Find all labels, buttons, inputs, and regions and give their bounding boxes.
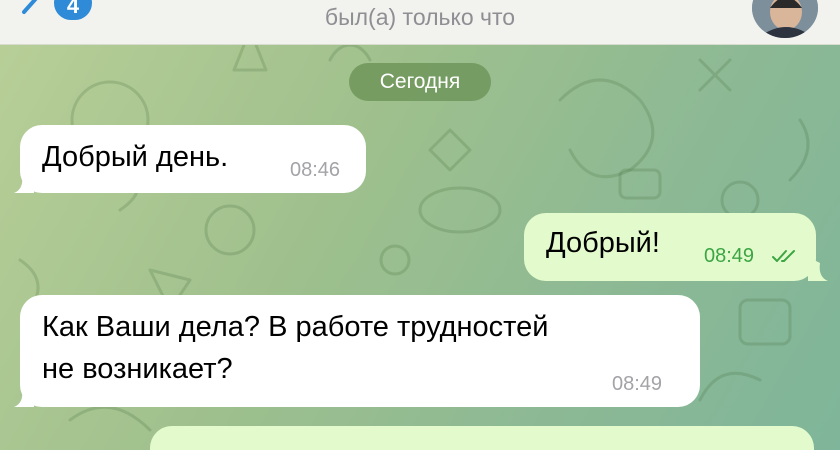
chat-screen: 4 был(а) только что Сегодня Добрый день.… bbox=[0, 0, 840, 450]
message-time: 08:46 bbox=[290, 159, 341, 181]
message-text: Добрый день. bbox=[42, 141, 229, 173]
message-text: Добрый! bbox=[546, 227, 660, 259]
bubble-tail bbox=[808, 257, 828, 281]
bubble-tail bbox=[14, 169, 34, 193]
message-text-line-1: Как Ваши дела? В работе трудностей bbox=[42, 311, 549, 343]
double-check-icon bbox=[772, 250, 795, 262]
message-time: 08:49 bbox=[704, 245, 755, 267]
chat-header: 4 был(а) только что bbox=[0, 0, 840, 45]
message-time: 08:49 bbox=[612, 373, 663, 395]
message-bubble-outgoing[interactable]: Добрый! 08:49 bbox=[524, 213, 828, 281]
bubble-tail bbox=[14, 383, 34, 407]
avatar-photo-icon bbox=[752, 0, 818, 38]
date-separator: Сегодня bbox=[349, 63, 491, 101]
message-bubble-incoming[interactable]: Добрый день. 08:46 bbox=[14, 125, 366, 193]
contact-avatar[interactable] bbox=[752, 0, 818, 38]
message-bubble-outgoing-partial[interactable] bbox=[150, 426, 814, 450]
message-bubble-incoming[interactable]: Как Ваши дела? В работе трудностей не во… bbox=[14, 295, 700, 407]
contact-last-seen-status: был(а) только что bbox=[324, 4, 516, 30]
message-text-line-2: не возникает? bbox=[42, 353, 233, 385]
